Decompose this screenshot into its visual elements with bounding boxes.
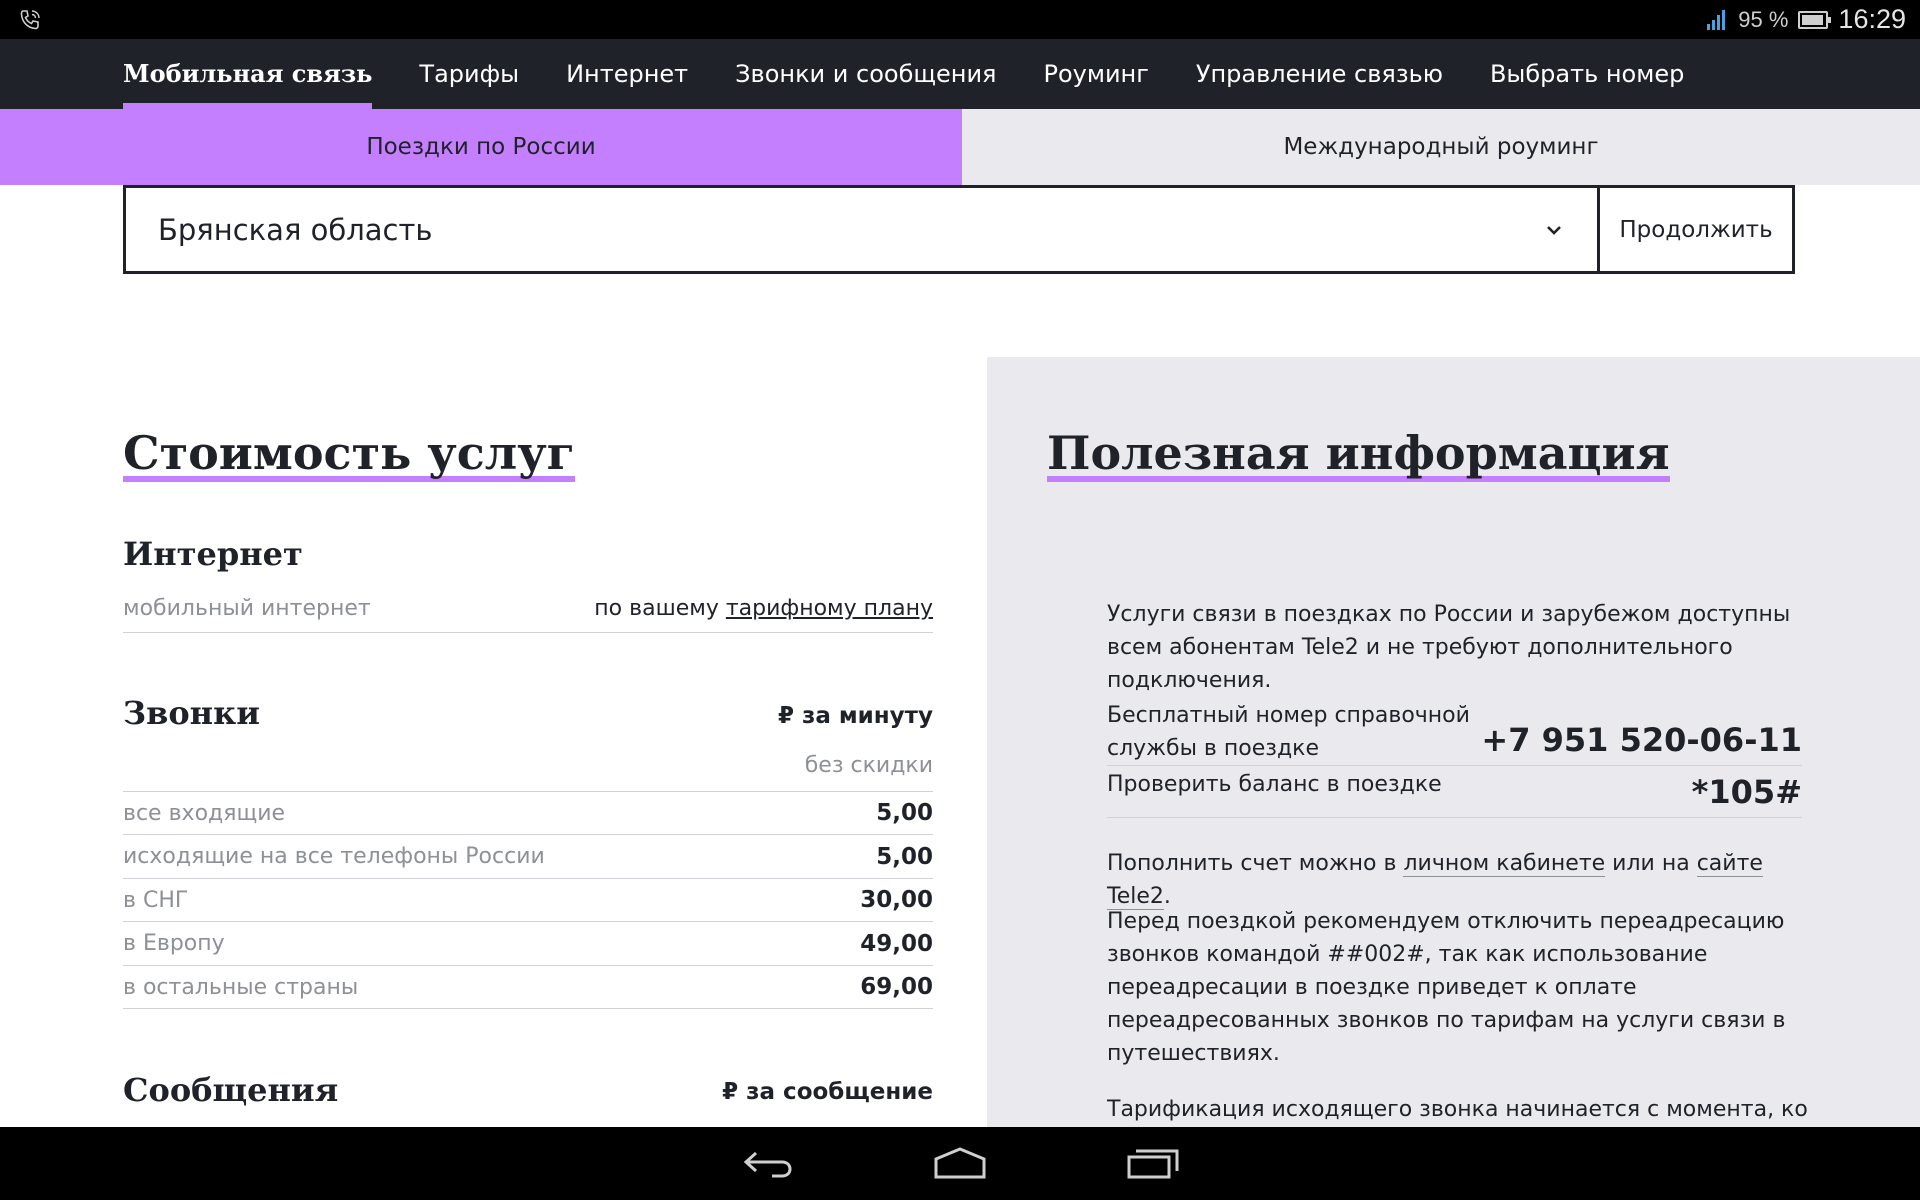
nav-item-choose-number[interactable]: Выбрать номер	[1490, 39, 1684, 109]
tab-international[interactable]: Международный роуминг	[962, 109, 1920, 185]
billing-text: Тарификация исходящего звонка начинается…	[1107, 1097, 1807, 1122]
nav-item-management[interactable]: Управление связью	[1196, 39, 1443, 109]
nav-item-tariffs[interactable]: Тарифы	[419, 39, 519, 109]
nav-item-roaming[interactable]: Роуминг	[1043, 39, 1148, 109]
nav-item-mobile[interactable]: Мобильная связь	[123, 39, 373, 109]
battery-icon	[1798, 10, 1832, 29]
system-nav-bar	[0, 1127, 1920, 1200]
calls-unit: ₽ за минуту	[777, 703, 933, 729]
back-icon[interactable]	[742, 1145, 794, 1181]
phone-call-icon	[20, 10, 40, 30]
table-row: в Европу 49,00	[123, 922, 933, 966]
messages-title: Сообщения	[123, 1071, 339, 1109]
continue-button[interactable]: Продолжить	[1597, 185, 1795, 274]
helpline-number[interactable]: +7 951 520-06-11	[1481, 721, 1802, 759]
roaming-tabs: Поездки по России Международный роуминг	[0, 109, 1920, 185]
calls-title: Звонки	[123, 694, 260, 732]
battery-percent: 95 %	[1738, 6, 1789, 32]
clock: 16:29	[1838, 4, 1906, 34]
nav-item-calls-messages[interactable]: Звонки и сообщения	[735, 39, 996, 109]
home-icon[interactable]	[933, 1145, 987, 1181]
signal-icon	[1707, 9, 1726, 30]
personal-account-link[interactable]: личном кабинете	[1403, 851, 1606, 877]
balance-row: Проверить баланс в поездке *105#	[1107, 766, 1802, 818]
info-intro: Услуги связи в поездках по России и зару…	[1107, 602, 1791, 693]
table-row: исходящие на все телефоны России 5,00	[123, 835, 933, 879]
internet-title: Интернет	[123, 535, 303, 573]
topup-text: Пополнить счет можно в личном кабинете и…	[1107, 851, 1763, 910]
forwarding-text: Перед поездкой рекомендуем отключить пер…	[1107, 909, 1786, 1066]
region-select[interactable]: Брянская область	[123, 185, 1600, 274]
table-row: в СНГ 30,00	[123, 879, 933, 922]
calls-subheader-row: без скидки	[123, 740, 933, 792]
balance-code: *105#	[1691, 773, 1802, 811]
recent-apps-icon[interactable]	[1126, 1145, 1180, 1181]
status-bar: 95 % 16:29	[0, 0, 1920, 39]
tab-domestic[interactable]: Поездки по России	[0, 109, 962, 185]
chevron-down-icon	[1547, 225, 1561, 235]
tariff-plan-link[interactable]: тарифному плану	[726, 596, 933, 621]
region-select-value: Брянская область	[158, 212, 433, 247]
messages-unit: ₽ за сообщение	[722, 1079, 933, 1105]
table-row: все входящие 5,00	[123, 792, 933, 835]
table-row: в остальные страны 69,00	[123, 966, 933, 1009]
main-nav: Мобильная связь Тарифы Интернет Звонки и…	[0, 39, 1920, 109]
pricing-title: Стоимость услуг	[123, 426, 575, 484]
info-title: Полезная информация	[1047, 426, 1670, 484]
helpline-row: Бесплатный номер справочной службы в поез…	[1107, 693, 1802, 766]
internet-row: мобильный интернет по вашему тарифному п…	[123, 585, 933, 633]
nav-item-internet[interactable]: Интернет	[566, 39, 688, 109]
